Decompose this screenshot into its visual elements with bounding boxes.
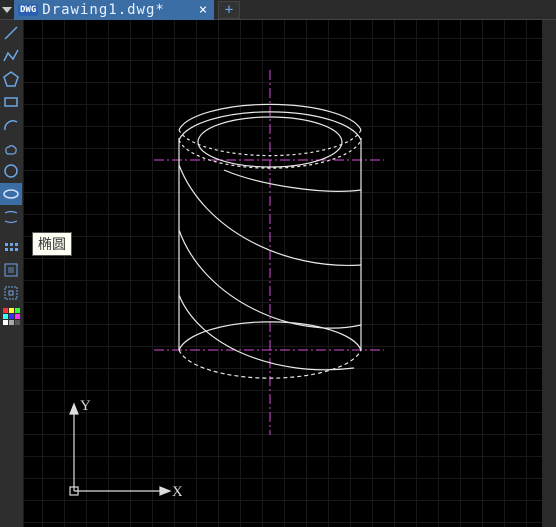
ucs-icon: Y X: [62, 396, 182, 511]
tool-circle[interactable]: [0, 160, 22, 182]
tool-polygon[interactable]: [0, 68, 22, 90]
new-tab-button[interactable]: +: [218, 1, 240, 19]
drawing-canvas[interactable]: Y X 椭圆: [24, 20, 556, 527]
ucs-y-label: Y: [80, 398, 91, 414]
tool-polyline[interactable]: [0, 45, 22, 67]
tab-bar: DWG Drawing1.dwg* × +: [0, 0, 556, 20]
toolbar-separator: [0, 229, 22, 235]
tool-construction-line[interactable]: [0, 206, 22, 228]
ucs-x-label: X: [172, 484, 182, 500]
tool-ellipse[interactable]: [0, 183, 22, 205]
document-tab-title: Drawing1.dwg*: [42, 2, 192, 18]
dwg-file-icon: DWG: [18, 4, 38, 16]
vertical-scrollbar[interactable]: [542, 20, 556, 527]
draw-toolbar: [0, 20, 24, 527]
tool-rectangle[interactable]: [0, 91, 22, 113]
tool-more[interactable]: [0, 236, 22, 258]
tool-block-create[interactable]: [0, 282, 22, 304]
tab-close-button[interactable]: ×: [196, 2, 210, 18]
tool-color-palette[interactable]: [0, 305, 22, 327]
document-tab[interactable]: DWG Drawing1.dwg* ×: [14, 0, 214, 20]
tool-revision-cloud[interactable]: [0, 137, 22, 159]
tool-line[interactable]: [0, 22, 22, 44]
tool-block-insert[interactable]: [0, 259, 22, 281]
tab-list-dropdown[interactable]: [0, 1, 14, 19]
tool-arc[interactable]: [0, 114, 22, 136]
tool-tooltip: 椭圆: [32, 232, 72, 256]
